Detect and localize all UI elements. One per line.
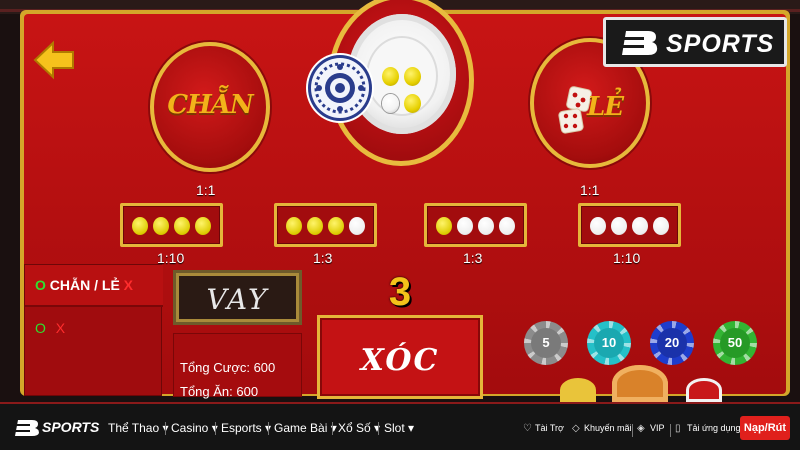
logo-text: SPORTS <box>666 30 775 58</box>
plate-center <box>368 38 436 114</box>
chip-gold[interactable] <box>560 378 596 402</box>
bet-box-4[interactable] <box>578 203 681 247</box>
chan-ratio: 1:1 <box>196 182 216 198</box>
nav-xo-so[interactable]: Xổ Số ▾ <box>338 421 380 435</box>
xoc-label: XÓC <box>360 343 440 378</box>
sponsor-icon: ♡ <box>523 423 532 434</box>
plate-coin-yellow <box>404 94 421 113</box>
bet-ratio-2: 1:3 <box>313 250 333 266</box>
b-logo-icon <box>620 31 658 55</box>
le-ratio: 1:1 <box>580 182 600 198</box>
chip-red[interactable] <box>686 378 722 402</box>
bet-box-1[interactable] <box>120 203 223 247</box>
total-win: Tổng Ăn: 600 <box>180 384 259 399</box>
nav-the-thao[interactable]: Thể Thao ▾ <box>108 421 169 435</box>
le-label: LẺ <box>586 92 624 122</box>
bet-coin-yellow <box>153 217 169 235</box>
brand-logo: SPORTS <box>603 17 787 67</box>
bet-coin-white <box>632 217 648 235</box>
download-icon: ▯ <box>675 423 681 434</box>
bet-coin-yellow <box>195 217 211 235</box>
nav-slot[interactable]: Slot ▾ <box>384 421 414 435</box>
xoc-button[interactable]: XÓC <box>317 315 483 399</box>
bet-coin-yellow <box>307 217 323 235</box>
promo-icon: ◇ <box>572 423 580 434</box>
chip-orange[interactable] <box>612 365 668 402</box>
nav-tai-ung-dung[interactable]: Tải ứng dụng <box>687 423 741 433</box>
plate-coin-yellow <box>382 67 399 86</box>
bet-box-2[interactable] <box>274 203 377 247</box>
bet-coin-white <box>611 217 627 235</box>
bet-coin-yellow <box>132 217 148 235</box>
bet-coin-white <box>478 217 494 235</box>
bet-coin-yellow <box>436 217 452 235</box>
nav-esports[interactable]: Esports ▾ <box>221 421 271 435</box>
chip-50[interactable]: 50 <box>713 321 757 365</box>
bowl-icon <box>308 55 372 121</box>
nav-khuyen-mai[interactable]: Khuyến mãi <box>584 423 632 433</box>
bottom-nav: SPORTS Thể Thao ▾ Casino ▾ Esports ▾ Gam… <box>0 402 800 450</box>
bet-coin-yellow <box>286 217 302 235</box>
countdown: 3 <box>388 270 412 314</box>
nav-b-logo-icon[interactable] <box>14 419 40 437</box>
bet-coin-yellow <box>174 217 190 235</box>
bet-coin-white <box>499 217 515 235</box>
bet-ratio-3: 1:3 <box>463 250 483 266</box>
bet-coin-white <box>349 217 365 235</box>
nav-tai-tro[interactable]: Tài Trợ <box>535 423 564 433</box>
vay-label: VAY <box>206 283 269 316</box>
nap-rut-button[interactable]: Nạp/Rút <box>740 416 790 440</box>
chan-label: CHẴN <box>167 90 253 120</box>
vip-icon: ◈ <box>637 423 645 434</box>
plate-coin-yellow <box>404 67 421 86</box>
game-screen: CHẴN LẺ 1:1 1:1 1:10 1:3 1:3 1:10 O CHẴN… <box>0 0 800 450</box>
totals-panel: Tổng Cược: 600 Tổng Ăn: 600 <box>173 333 302 399</box>
bet-box-3[interactable] <box>424 203 527 247</box>
bet-coin-yellow <box>328 217 344 235</box>
bet-ratio-4: 1:10 <box>613 250 641 266</box>
bet-coin-white <box>457 217 473 235</box>
chip-20[interactable]: 20 <box>650 321 694 365</box>
bet-coin-white <box>590 217 606 235</box>
nav-casino[interactable]: Casino ▾ <box>171 421 218 435</box>
plate-coin-white <box>382 94 399 113</box>
nav-game-bai[interactable]: Game Bài ▾ <box>274 421 337 435</box>
total-bet: Tổng Cược: 600 <box>180 360 276 375</box>
nav-brand[interactable]: SPORTS <box>42 419 99 435</box>
chip-10[interactable]: 10 <box>587 321 631 365</box>
history-header: O CHẴN / LẺ X <box>25 265 163 307</box>
chan-bet-button[interactable]: CHẴN <box>150 42 270 172</box>
vay-button[interactable]: VAY <box>173 270 302 325</box>
nav-vip[interactable]: VIP <box>650 423 665 433</box>
history-panel: O CHẴN / LẺ X O X <box>24 264 163 396</box>
bet-coin-white <box>653 217 669 235</box>
back-arrow-icon[interactable] <box>33 40 75 80</box>
history-row: O X <box>35 320 66 336</box>
chip-5[interactable]: 5 <box>524 321 568 365</box>
